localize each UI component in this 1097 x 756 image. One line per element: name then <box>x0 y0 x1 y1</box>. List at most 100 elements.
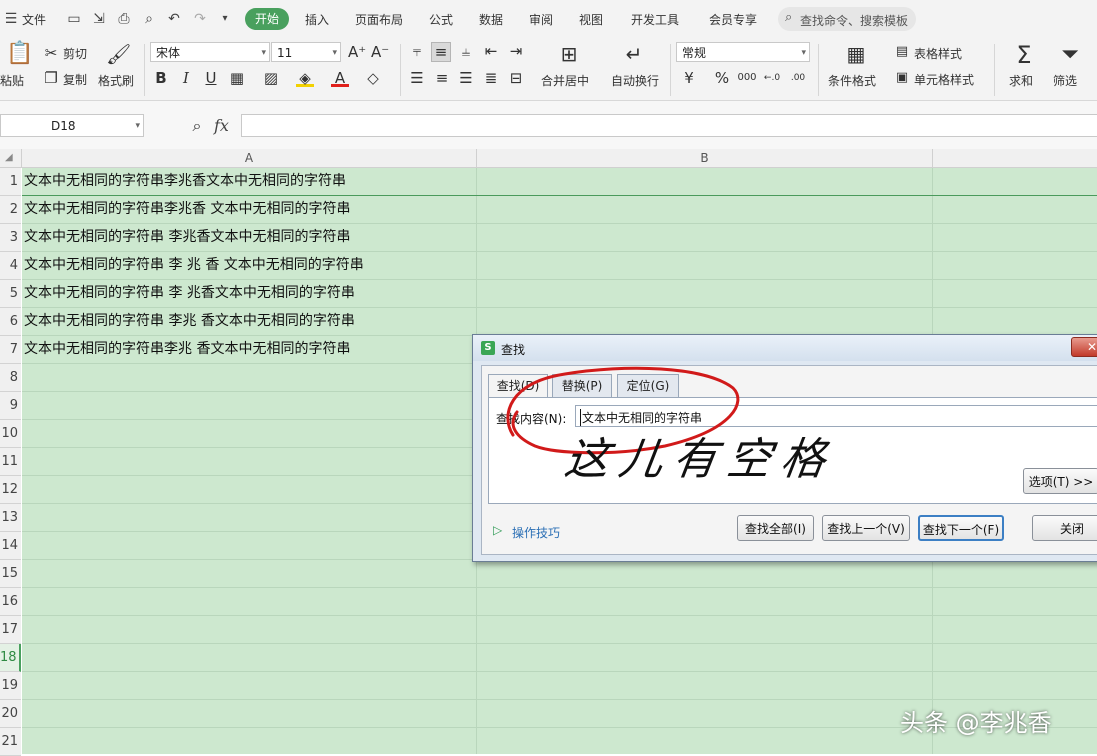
font-name-select[interactable]: 宋体 ▾ <box>150 42 270 62</box>
distributed-icon[interactable]: ⊟ <box>507 69 525 87</box>
column-header-a[interactable]: A <box>22 149 477 167</box>
undo-icon[interactable]: ↶ <box>166 11 182 27</box>
redo-icon[interactable]: ↷ <box>192 11 208 27</box>
tab-review[interactable]: 审阅 <box>529 11 553 28</box>
row-header[interactable]: 13 <box>0 504 21 532</box>
sum-icon[interactable]: Σ <box>1012 41 1036 69</box>
tab-page-layout[interactable]: 页面布局 <box>355 11 403 28</box>
font-size-select[interactable]: 11 ▾ <box>271 42 341 62</box>
conditional-format-icon[interactable]: ▦ <box>843 42 869 66</box>
row-header[interactable]: 10 <box>0 420 21 448</box>
clear-format-icon[interactable]: ◇ <box>364 69 382 87</box>
select-all-corner[interactable]: ◢ <box>0 149 22 167</box>
name-box[interactable]: D18 ▾ <box>0 114 144 137</box>
row-header[interactable]: 6 <box>0 308 21 336</box>
cell-a1[interactable]: 文本中无相同的字符串李兆香文本中无相同的字符串 <box>24 168 346 195</box>
copy-icon[interactable]: ❐ <box>42 69 60 87</box>
find-previous-button[interactable]: 查找上一个(V) <box>822 515 910 541</box>
highlight-color-icon[interactable]: ◈ <box>296 69 314 87</box>
align-middle-icon[interactable]: ≡ <box>431 42 451 62</box>
table-style-icon[interactable]: ▤ <box>893 43 911 61</box>
format-painter-button[interactable]: 格式刷 <box>98 72 134 89</box>
cut-button[interactable]: 剪切 <box>63 45 87 62</box>
wrap-text-icon[interactable]: ↵ <box>621 42 647 66</box>
row-header[interactable]: 21 <box>0 728 21 756</box>
paste-button[interactable]: 粘贴 <box>0 72 24 89</box>
row-header[interactable]: 7 <box>0 336 21 364</box>
sum-button[interactable]: 求和 <box>1009 72 1033 89</box>
tab-view[interactable]: 视图 <box>579 11 603 28</box>
justify-icon[interactable]: ≣ <box>482 69 500 87</box>
row-header[interactable]: 11 <box>0 448 21 476</box>
font-color-button[interactable]: A <box>331 69 349 87</box>
row-header[interactable]: 5 <box>0 280 21 308</box>
row-header[interactable]: 3 <box>0 224 21 252</box>
cell-a2[interactable]: 文本中无相同的字符串李兆香 文本中无相同的字符串 <box>24 196 350 223</box>
close-button[interactable]: 关闭 <box>1032 515 1097 541</box>
dialog-title-bar[interactable]: S 查找 ✕ <box>473 335 1097 361</box>
options-button[interactable]: 选项(T) >> <box>1023 468 1097 494</box>
decrease-decimal-button[interactable]: .00 <box>787 69 809 87</box>
row-header[interactable]: 1 <box>0 168 21 196</box>
zoom-icon[interactable]: ⌕ <box>188 117 206 135</box>
row-header[interactable]: 17 <box>0 616 21 644</box>
filter-icon[interactable]: ⏷ <box>1058 41 1082 69</box>
scissors-icon[interactable]: ✂ <box>42 44 60 62</box>
align-right-icon[interactable]: ☰ <box>457 69 475 87</box>
tab-insert[interactable]: 插入 <box>305 11 329 28</box>
cell-a7[interactable]: 文本中无相同的字符串李兆 香文本中无相同的字符串 <box>24 336 350 363</box>
command-search-box[interactable]: ⌕ 查找命令、搜索模板 <box>778 7 916 31</box>
close-icon[interactable]: ✕ <box>1071 337 1097 357</box>
share-icon[interactable]: ⇲ <box>91 11 107 27</box>
cell-a3[interactable]: 文本中无相同的字符串 李兆香文本中无相同的字符串 <box>24 224 350 251</box>
grow-font-icon[interactable]: A⁺ <box>348 43 366 61</box>
align-bottom-icon[interactable]: ⫨ <box>457 42 475 60</box>
format-painter-icon[interactable]: 🖌 <box>106 42 131 66</box>
underline-button[interactable]: U <box>202 69 220 87</box>
copy-button[interactable]: 复制 <box>63 71 87 88</box>
save-icon[interactable]: ▭ <box>66 11 82 27</box>
number-format-select[interactable]: 常规 ▾ <box>676 42 810 62</box>
italic-button[interactable]: I <box>177 69 195 87</box>
cell-style-icon[interactable]: ▣ <box>893 69 911 87</box>
paste-icon[interactable]: 📋 <box>6 42 33 66</box>
tab-formulas[interactable]: 公式 <box>429 11 453 28</box>
thousands-button[interactable]: 000 <box>736 69 758 87</box>
find-all-button[interactable]: 查找全部(I) <box>737 515 814 541</box>
increase-decimal-button[interactable]: ←.0 <box>761 69 783 87</box>
cell-a4[interactable]: 文本中无相同的字符串 李 兆 香 文本中无相同的字符串 <box>24 252 364 279</box>
print-icon[interactable]: ⎙ <box>116 11 132 27</box>
align-top-icon[interactable]: ⫧ <box>408 42 426 60</box>
insert-function-button[interactable]: fx <box>214 116 229 135</box>
row-header[interactable]: 12 <box>0 476 21 504</box>
formula-input[interactable] <box>241 114 1097 137</box>
row-header[interactable]: 8 <box>0 364 21 392</box>
row-header[interactable]: 9 <box>0 392 21 420</box>
row-header[interactable]: 14 <box>0 532 21 560</box>
cell-fill-icon[interactable]: ▨ <box>262 69 280 87</box>
row-header[interactable]: 4 <box>0 252 21 280</box>
decrease-indent-icon[interactable]: ⇤ <box>482 42 500 60</box>
tab-data[interactable]: 数据 <box>479 11 503 28</box>
bold-button[interactable]: B <box>152 69 170 87</box>
wrap-text-button[interactable]: 自动换行 <box>611 72 659 89</box>
print-preview-icon[interactable]: ⌕ <box>141 11 157 27</box>
row-header-active[interactable]: 18 <box>0 644 21 672</box>
align-left-icon[interactable]: ☰ <box>408 69 426 87</box>
conditional-format-button[interactable]: 条件格式 <box>828 72 876 89</box>
file-menu[interactable]: 文件 <box>22 11 46 28</box>
row-header[interactable]: 19 <box>0 672 21 700</box>
customize-dropdown-icon[interactable]: ▾ <box>217 11 233 27</box>
row-header[interactable]: 2 <box>0 196 21 224</box>
tab-home[interactable]: 开始 <box>245 8 289 30</box>
operation-tips-link[interactable]: 操作技巧 <box>512 524 560 541</box>
merge-center-button[interactable]: 合并居中 <box>541 72 589 89</box>
table-style-button[interactable]: 表格样式 <box>914 45 962 62</box>
row-header[interactable]: 20 <box>0 700 21 728</box>
find-next-button[interactable]: 查找下一个(F) <box>918 515 1004 541</box>
hamburger-menu-icon[interactable]: ☰ <box>3 11 19 27</box>
shrink-font-icon[interactable]: A⁻ <box>371 43 389 61</box>
merge-cells-icon[interactable]: ⊞ <box>556 42 582 66</box>
row-header[interactable]: 16 <box>0 588 21 616</box>
tab-member[interactable]: 会员专享 <box>709 11 757 28</box>
